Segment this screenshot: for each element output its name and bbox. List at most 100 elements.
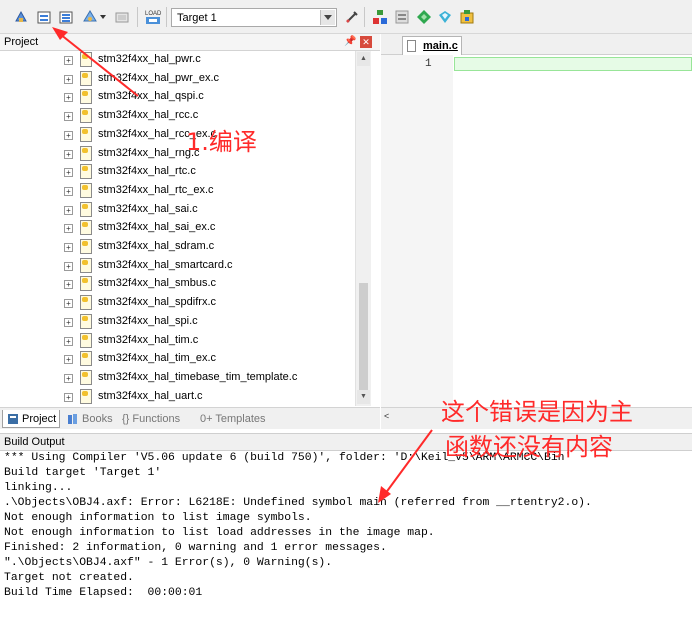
tree-item[interactable]: + stm32f4xx_hal_rtc.c bbox=[0, 163, 360, 181]
tab-templates[interactable]: 0+ Templates bbox=[196, 410, 270, 428]
c-file-icon bbox=[80, 52, 92, 67]
c-file-icon bbox=[80, 145, 92, 161]
expand-icon[interactable]: + bbox=[64, 56, 73, 65]
project-tree-scrollbar[interactable]: ▲ ▼ bbox=[355, 51, 371, 406]
expand-icon[interactable]: + bbox=[64, 392, 73, 402]
chevron-down-icon[interactable] bbox=[99, 8, 107, 26]
tree-item[interactable]: + stm32f4xx_hal_sai_ex.c bbox=[0, 219, 360, 237]
editor-gutter: 1 bbox=[381, 55, 453, 407]
tree-item[interactable]: + stm32f4xx_hal_pwr.c bbox=[0, 51, 360, 69]
expand-icon[interactable]: + bbox=[64, 74, 73, 84]
tab-functions[interactable]: {} Functions bbox=[118, 410, 184, 428]
tree-item[interactable]: + stm32f4xx_hal_rcc_ex.c bbox=[0, 126, 360, 144]
tree-item-label: stm32f4xx_hal_rtc.c bbox=[98, 165, 196, 178]
c-file-icon bbox=[80, 70, 92, 86]
expand-icon[interactable]: + bbox=[64, 149, 73, 159]
download-icon[interactable]: LOAD bbox=[144, 8, 162, 26]
tree-item-label: stm32f4xx_hal_spi.c bbox=[98, 314, 198, 327]
tree-item-label: stm32f4xx_hal_rtc_ex.c bbox=[98, 183, 214, 196]
manage-components-icon[interactable] bbox=[371, 8, 389, 26]
tree-item-label: stm32f4xx_hal_pwr_ex.c bbox=[98, 71, 220, 84]
pin-icon[interactable]: 📌 bbox=[344, 36, 356, 47]
tree-item[interactable]: + stm32f4xx_hal_timebase_tim_template.c bbox=[0, 369, 360, 387]
build-output-line: Build target 'Target 1' bbox=[4, 467, 162, 479]
tab-books[interactable]: Books bbox=[63, 410, 117, 428]
toolbar-separator bbox=[137, 7, 138, 27]
tree-item[interactable]: + stm32f4xx_hal_sdram.c bbox=[0, 238, 360, 256]
expand-icon[interactable]: + bbox=[64, 336, 73, 346]
toolbar: LOAD Target 1 bbox=[0, 0, 692, 34]
code-editor[interactable]: 1 bbox=[381, 55, 692, 407]
target-select-value: Target 1 bbox=[177, 12, 217, 24]
expand-icon[interactable]: + bbox=[64, 93, 73, 103]
tree-item-label: stm32f4xx_hal_spdifrx.c bbox=[98, 296, 216, 309]
target-options-icon[interactable] bbox=[343, 8, 361, 26]
tab-main-c[interactable]: main.c bbox=[402, 36, 462, 55]
tree-item[interactable]: + stm32f4xx_hal_rcc.c bbox=[0, 107, 360, 125]
expand-icon[interactable]: + bbox=[64, 130, 73, 140]
build-output-line: ".\Objects\OBJ4.axf" - 1 Error(s), 0 War… bbox=[4, 557, 333, 569]
tree-item[interactable]: + stm32f4xx_hal_qspi.c bbox=[0, 88, 360, 106]
pack-installer-icon[interactable] bbox=[415, 8, 433, 26]
tree-item[interactable]: + stm32f4xx_hal_sai.c bbox=[0, 201, 360, 219]
build-output-panel[interactable]: *** Using Compiler 'V5.06 update 6 (buil… bbox=[0, 452, 692, 617]
pack-installer-icon[interactable] bbox=[458, 8, 476, 26]
tree-item-label: stm32f4xx_hal_tim.c bbox=[98, 333, 199, 346]
scrollbar-thumb[interactable] bbox=[359, 283, 368, 391]
expand-icon[interactable]: + bbox=[64, 355, 73, 365]
tab-project-label: Project bbox=[22, 412, 57, 425]
file-extensions-icon[interactable] bbox=[393, 8, 411, 26]
c-file-icon bbox=[80, 388, 92, 404]
compile-annotation: 1.编译 bbox=[186, 128, 257, 156]
tree-item-label: stm32f4xx_hal_sdram.c bbox=[98, 240, 215, 252]
target-select[interactable]: Target 1 bbox=[171, 8, 337, 27]
stop-build-icon[interactable] bbox=[113, 8, 131, 26]
tree-item-label: stm32f4xx_hal_uart.c bbox=[98, 389, 203, 402]
tree-item[interactable]: + stm32f4xx_hal_rng.c bbox=[0, 145, 360, 163]
expand-icon[interactable]: + bbox=[64, 373, 73, 383]
c-file-icon bbox=[80, 332, 92, 348]
expand-icon[interactable]: + bbox=[64, 224, 73, 234]
translate-icon[interactable] bbox=[12, 8, 30, 26]
editor-tab-bar: main.c bbox=[381, 34, 692, 55]
expand-icon[interactable]: + bbox=[64, 280, 73, 290]
tree-item[interactable]: + stm32f4xx_hal_uart.c bbox=[0, 388, 360, 406]
expand-icon[interactable]: + bbox=[64, 112, 73, 122]
chevron-down-icon[interactable] bbox=[320, 10, 335, 25]
tree-item[interactable]: + stm32f4xx_hal_spdifrx.c bbox=[0, 294, 360, 312]
tree-item-label: stm32f4xx_hal_timebase_tim_template.c bbox=[98, 370, 298, 383]
tree-item[interactable]: + stm32f4xx_hal_spi.c bbox=[0, 313, 360, 331]
tree-item[interactable]: + stm32f4xx_hal_rtc_ex.c bbox=[0, 182, 360, 200]
scroll-up-icon[interactable]: ▲ bbox=[357, 52, 370, 66]
editor-tab-label: main.c bbox=[423, 40, 458, 52]
expand-icon[interactable]: + bbox=[64, 205, 73, 215]
build-output-title: Build Output bbox=[4, 436, 65, 448]
tree-item[interactable]: + stm32f4xx_hal_pwr_ex.c bbox=[0, 70, 360, 88]
current-line-highlight[interactable] bbox=[454, 57, 692, 71]
expand-icon[interactable]: + bbox=[64, 243, 73, 252]
build-output-line: Build Time Elapsed: 00:00:01 bbox=[4, 587, 203, 599]
build-output-line: Not enough information to list load addr… bbox=[4, 527, 435, 539]
tab-project[interactable]: Project bbox=[2, 410, 60, 428]
tree-item[interactable]: + stm32f4xx_hal_smbus.c bbox=[0, 275, 360, 293]
select-packs-icon[interactable] bbox=[436, 8, 454, 26]
line-number: 1 bbox=[425, 58, 432, 70]
tree-item[interactable]: + stm32f4xx_hal_tim.c bbox=[0, 332, 360, 350]
project-tree: + stm32f4xx_hal_pwr.c + stm32f4xx_hal_pwr_e… bbox=[0, 51, 370, 406]
expand-icon[interactable]: + bbox=[64, 299, 73, 309]
scroll-left-icon[interactable]: < bbox=[384, 411, 389, 421]
expand-icon[interactable]: + bbox=[64, 186, 73, 196]
close-icon[interactable]: ✕ bbox=[360, 36, 372, 48]
expand-icon[interactable]: + bbox=[64, 168, 73, 178]
expand-icon[interactable]: + bbox=[64, 317, 73, 327]
project-icon bbox=[7, 413, 19, 425]
tree-item[interactable]: + stm32f4xx_hal_smartcard.c bbox=[0, 257, 360, 275]
batch-build-icon[interactable] bbox=[81, 8, 99, 26]
build-icon[interactable] bbox=[35, 8, 53, 26]
tree-item[interactable]: + stm32f4xx_hal_tim_ex.c bbox=[0, 350, 360, 368]
c-file-icon bbox=[80, 295, 92, 311]
rebuild-icon[interactable] bbox=[57, 8, 75, 26]
scroll-down-icon[interactable]: ▼ bbox=[357, 390, 370, 404]
expand-icon[interactable]: + bbox=[64, 261, 73, 271]
books-icon bbox=[67, 413, 79, 425]
